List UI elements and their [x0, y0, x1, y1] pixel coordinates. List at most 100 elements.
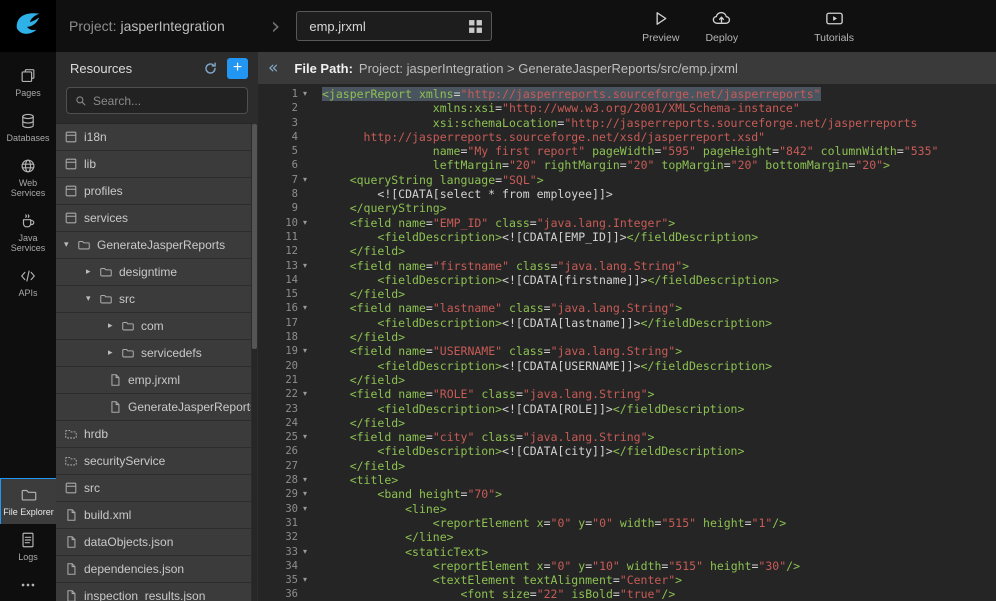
code-line[interactable]: name="My first report" pageWidth="595" p… — [322, 144, 996, 158]
fold-toggle-icon[interactable]: ▾ — [298, 259, 312, 273]
code-line[interactable]: <fieldDescription><![CDATA[lastname]]></… — [322, 316, 996, 330]
project-name[interactable]: jasperIntegration — [120, 18, 224, 34]
chevron-right-icon[interactable]: ▸ — [86, 267, 99, 277]
tree-item-servicedefs[interactable]: ▸servicedefs — [56, 340, 251, 366]
tree-item-com[interactable]: ▸com — [56, 313, 251, 339]
code-line[interactable]: <fieldDescription><![CDATA[firstname]]><… — [322, 273, 996, 287]
code-line[interactable]: xmlns:xsi="http://www.w3.org/2001/XMLSch… — [322, 101, 996, 115]
code-line[interactable]: <![CDATA[select * from employee]]> — [322, 187, 996, 201]
fold-toggle-icon[interactable]: ▾ — [298, 487, 312, 501]
deploy-button[interactable]: Deploy — [705, 8, 738, 44]
tree-item-GenerateJasperReports.s[interactable]: GenerateJasperReports.s — [56, 394, 251, 420]
tree-item-src[interactable]: ▾src — [56, 286, 251, 312]
fold-toggle-icon[interactable]: ▾ — [298, 216, 312, 230]
code-line[interactable]: </line> — [322, 530, 996, 544]
code-line[interactable]: <textElement textAlignment="Center"> — [322, 573, 996, 587]
sidebar-item-java-services[interactable]: Java Services — [0, 205, 56, 260]
code-line[interactable]: <field name="lastname" class="java.lang.… — [322, 301, 996, 315]
code-lines[interactable]: <jasperReport xmlns="http://jasperreport… — [314, 87, 996, 601]
search-box[interactable] — [66, 87, 248, 114]
tutorials-button[interactable]: Tutorials — [814, 8, 854, 44]
code-line[interactable]: <fieldDescription><![CDATA[USERNAME]]></… — [322, 359, 996, 373]
tree-item-i18n[interactable]: i18n — [56, 124, 251, 150]
grid-icon[interactable] — [468, 19, 483, 34]
sidebar-item-more[interactable] — [0, 569, 56, 601]
artifact-selector[interactable]: emp.jrxml — [296, 11, 492, 41]
chevron-right-icon[interactable]: ▸ — [108, 321, 121, 331]
tree-item-build.xml[interactable]: build.xml — [56, 502, 251, 528]
code-line[interactable]: leftMargin="20" rightMargin="20" topMarg… — [322, 158, 996, 172]
tree-item-emp.jrxml[interactable]: emp.jrxml — [56, 367, 251, 393]
code-line[interactable]: <font size="22" isBold="true"/> — [322, 587, 996, 601]
search-input[interactable] — [93, 94, 233, 108]
add-resource-button[interactable]: + — [227, 58, 248, 79]
fold-toggle-icon[interactable]: ▾ — [298, 301, 312, 315]
tree-item-profiles[interactable]: profiles — [56, 178, 251, 204]
code-line[interactable]: </field> — [322, 373, 996, 387]
sidebar-item-apis[interactable]: APIs — [0, 260, 56, 305]
tree-item-services[interactable]: services — [56, 205, 251, 231]
code-line[interactable]: <fieldDescription><![CDATA[EMP_ID]]></fi… — [322, 230, 996, 244]
code-line[interactable]: </queryString> — [322, 201, 996, 215]
line-number: 33 — [272, 545, 298, 559]
preview-button[interactable]: Preview — [642, 8, 679, 44]
chevron-down-icon[interactable]: ▾ — [64, 240, 77, 250]
code-line[interactable]: <queryString language="SQL"> — [322, 173, 996, 187]
code-line[interactable]: <fieldDescription><![CDATA[ROLE]]></fiel… — [322, 402, 996, 416]
code-line[interactable]: <field name="USERNAME" class="java.lang.… — [322, 344, 996, 358]
tree-item-lib[interactable]: lib — [56, 151, 251, 177]
tree-item-hrdb[interactable]: hrdb — [56, 421, 251, 447]
editor-area: « File Path: Project: jasperIntegration … — [258, 52, 996, 601]
fold-spacer — [298, 359, 312, 373]
fold-toggle-icon[interactable]: ▾ — [298, 473, 312, 487]
fold-toggle-icon[interactable]: ▾ — [298, 387, 312, 401]
tree-item-dependencies.json[interactable]: dependencies.json — [56, 556, 251, 582]
fold-toggle-icon[interactable]: ▾ — [298, 545, 312, 559]
code-line[interactable]: <field name="firstname" class="java.lang… — [322, 259, 996, 273]
fold-toggle-icon[interactable]: ▾ — [298, 173, 312, 187]
tree-item-dataObjects.json[interactable]: dataObjects.json — [56, 529, 251, 555]
fold-toggle-icon[interactable]: ▾ — [298, 430, 312, 444]
code-line[interactable]: </field> — [322, 287, 996, 301]
code-line[interactable]: <reportElement x="0" y="0" width="515" h… — [322, 516, 996, 530]
code-line[interactable]: <line> — [322, 502, 996, 516]
fold-toggle-icon[interactable]: ▾ — [298, 87, 312, 101]
code-line[interactable]: <title> — [322, 473, 996, 487]
code-line[interactable]: http://jasperreports.sourceforge.net/xsd… — [322, 130, 996, 144]
tree-item-inspection_results.json[interactable]: inspection_results.json — [56, 583, 251, 601]
fold-toggle-icon[interactable]: ▾ — [298, 573, 312, 587]
code-line[interactable]: <field name="EMP_ID" class="java.lang.In… — [322, 216, 996, 230]
resources-scrollbar[interactable] — [252, 124, 257, 601]
scrollbar-thumb[interactable] — [252, 124, 257, 349]
code-line[interactable]: <field name="ROLE" class="java.lang.Stri… — [322, 387, 996, 401]
code-line[interactable]: <field name="city" class="java.lang.Stri… — [322, 430, 996, 444]
code-line[interactable]: </field> — [322, 416, 996, 430]
code-line[interactable]: <jasperReport xmlns="http://jasperreport… — [322, 87, 996, 101]
tree-item-label: build.xml — [84, 508, 131, 522]
collapse-panel-icon[interactable]: « — [268, 58, 278, 78]
code-line[interactable]: </field> — [322, 459, 996, 473]
fold-toggle-icon[interactable]: ▾ — [298, 344, 312, 358]
line-number: 26 — [272, 444, 298, 458]
tree-item-src[interactable]: src — [56, 475, 251, 501]
fold-toggle-icon[interactable]: ▾ — [298, 502, 312, 516]
code-line[interactable]: </field> — [322, 330, 996, 344]
refresh-icon[interactable] — [203, 61, 218, 76]
code-line[interactable]: <reportElement x="0" y="10" width="515" … — [322, 559, 996, 573]
tree-item-securityService[interactable]: securityService — [56, 448, 251, 474]
sidebar-item-logs[interactable]: Logs — [0, 524, 56, 569]
sidebar-item-web-services[interactable]: Web Services — [0, 150, 56, 205]
code-line[interactable]: <fieldDescription><![CDATA[city]]></fiel… — [322, 444, 996, 458]
chevron-right-icon[interactable]: ▸ — [108, 348, 121, 358]
sidebar-item-databases[interactable]: Databases — [0, 105, 56, 150]
sidebar-item-pages[interactable]: Pages — [0, 60, 56, 105]
sidebar-item-file-explorer[interactable]: File Explorer — [0, 478, 56, 524]
tree-item-designtime[interactable]: ▸designtime — [56, 259, 251, 285]
tree-item-GenerateJasperReports[interactable]: ▾GenerateJasperReports — [56, 232, 251, 258]
app-logo[interactable] — [0, 0, 56, 52]
code-line[interactable]: xsi:schemaLocation="http://jasperreports… — [322, 116, 996, 130]
code-line[interactable]: <band height="70"> — [322, 487, 996, 501]
code-line[interactable]: </field> — [322, 244, 996, 258]
code-line[interactable]: <staticText> — [322, 545, 996, 559]
chevron-down-icon[interactable]: ▾ — [86, 294, 99, 304]
